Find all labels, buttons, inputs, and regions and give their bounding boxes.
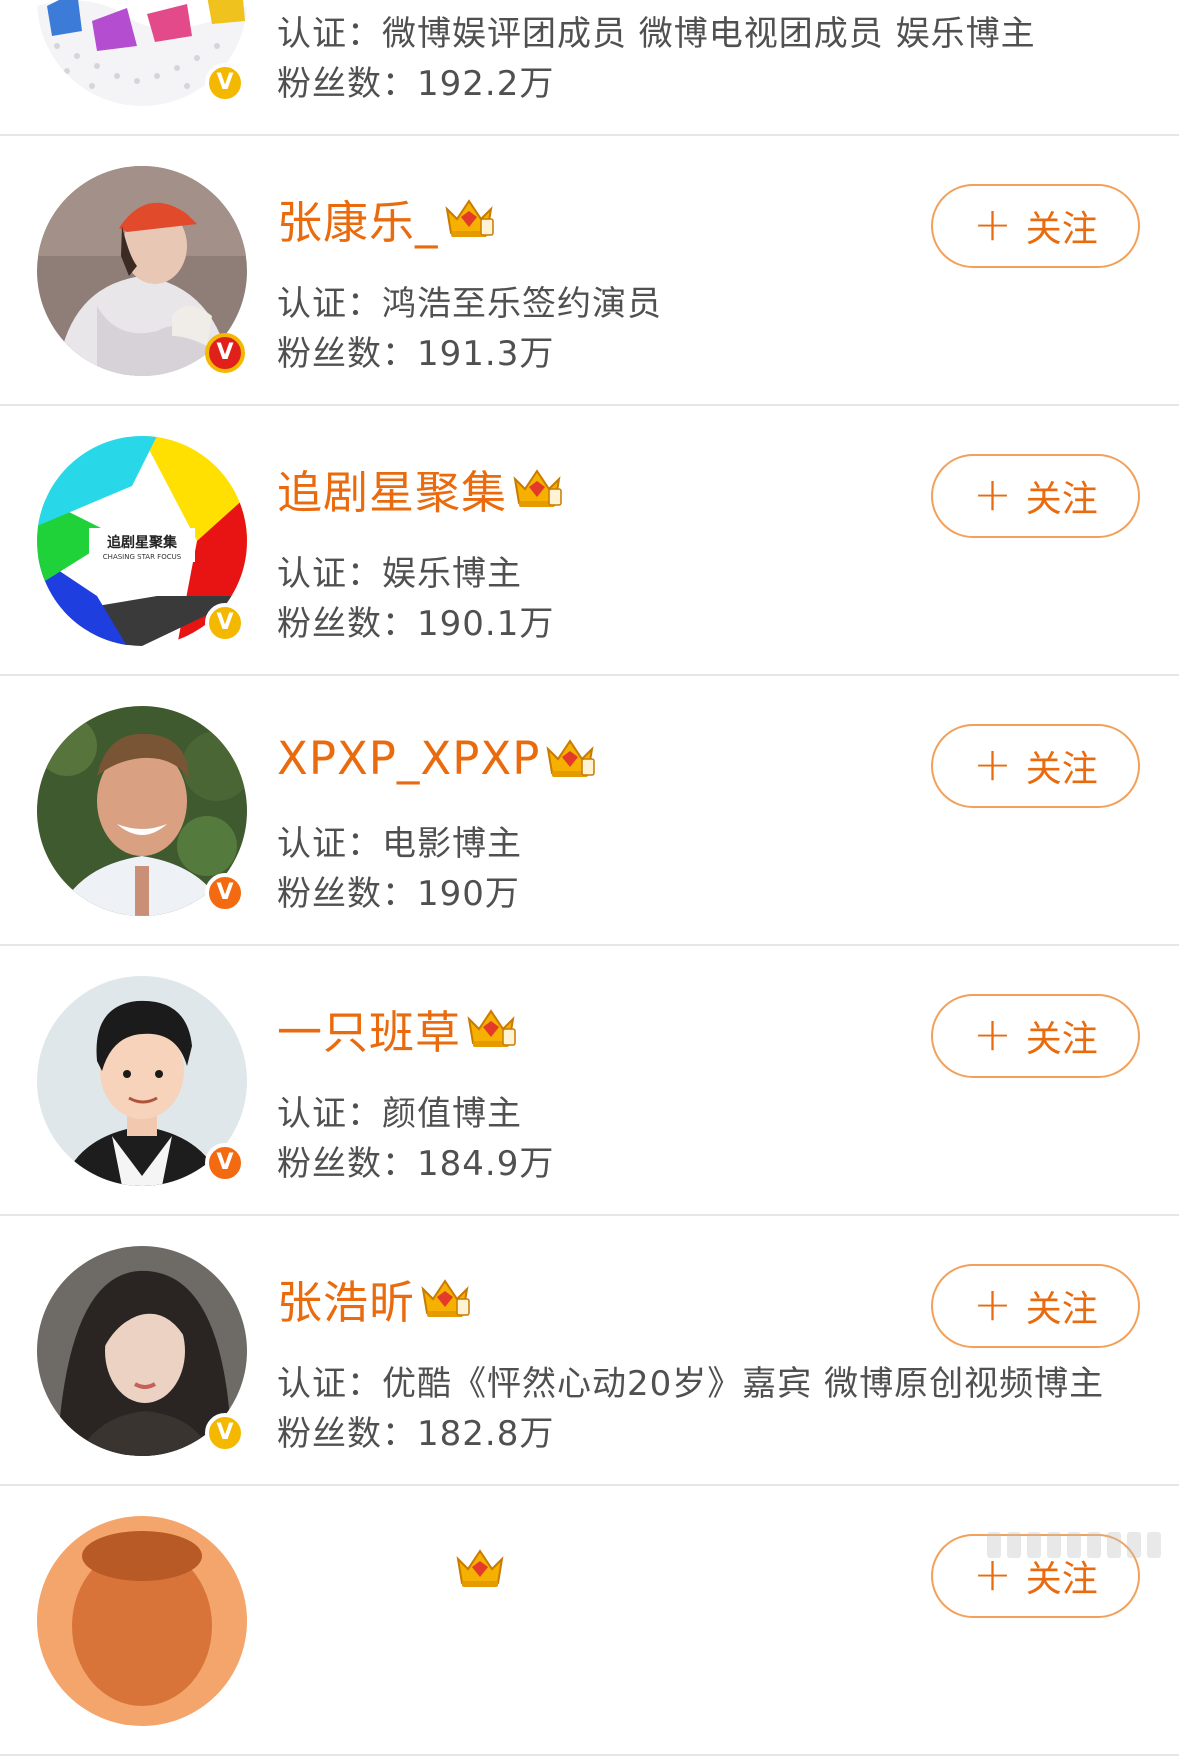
crown-icon	[417, 1275, 473, 1321]
user-name[interactable]: 张康乐_	[277, 186, 439, 251]
list-item[interactable]: V 一只班草 认证：颜值博主 粉丝数：184.9万 + 关注	[0, 946, 1179, 1216]
plus-icon: +	[973, 1277, 1012, 1331]
user-name[interactable]: 一只班草	[277, 996, 461, 1061]
certification-text: 认证：优酷《怦然心动20岁》嘉宾 微博原创视频博主	[277, 1364, 1105, 1404]
list-item[interactable]: V XPXP_XPXP 认证：电影博主 粉丝数：190万 + 关注	[0, 676, 1179, 946]
follow-label: 关注	[1025, 1019, 1098, 1060]
follow-button[interactable]: + 关注	[931, 184, 1140, 268]
certification-text: 认证：娱乐博主	[277, 554, 522, 594]
list-item[interactable]: V 认证：微博娱评团成员 微博电视团成员 娱乐博主 粉丝数：192.2万	[0, 0, 1179, 136]
list-item[interactable]: V 张康乐_ 认证：鸿浩至乐签约演员 粉丝数：191.3万 + 关注	[0, 136, 1179, 406]
crown-icon	[509, 465, 565, 511]
follow-label: 关注	[1025, 479, 1098, 520]
user-name[interactable]: 追剧星聚集	[277, 456, 507, 521]
fans-count: 粉丝数：182.8万	[277, 1414, 555, 1454]
list-item[interactable]: V 张浩昕 认证：优酷《怦然心动20岁》嘉宾 微博原创视频博主 粉丝数：182.…	[0, 1216, 1179, 1486]
list-item[interactable]: 追剧星聚集 CHASING STAR FOCUS V 追剧星聚集 认证：娱乐博主…	[0, 406, 1179, 676]
verified-badge-icon: V	[205, 63, 245, 103]
user-list: V 认证：微博娱评团成员 微博电视团成员 娱乐博主 粉丝数：192.2万 V 张…	[0, 0, 1179, 1756]
user-name-line: 一只班草	[277, 996, 519, 1061]
follow-button[interactable]: + 关注	[931, 724, 1140, 808]
verified-badge-icon: V	[205, 333, 245, 373]
watermark-icon	[987, 1532, 1161, 1558]
fans-count: 粉丝数：190.1万	[277, 604, 555, 644]
crown-icon	[542, 735, 598, 781]
svg-text:CHASING STAR FOCUS: CHASING STAR FOCUS	[103, 553, 182, 561]
plus-icon: +	[973, 197, 1012, 251]
certification-text: 认证：鸿浩至乐签约演员	[277, 284, 662, 324]
follow-button[interactable]: + 关注	[931, 454, 1140, 538]
user-name[interactable]: XPXP_XPXP	[277, 732, 540, 785]
verified-badge-icon: V	[205, 1413, 245, 1453]
user-name-line: 张康乐_	[277, 186, 497, 251]
list-item[interactable]: + 关注	[0, 1486, 1179, 1756]
fans-count: 粉丝数：190万	[277, 874, 520, 914]
certification-text: 认证：微博娱评团成员 微博电视团成员 娱乐博主	[277, 14, 1036, 54]
follow-label: 关注	[1025, 209, 1098, 250]
plus-icon: +	[973, 737, 1012, 791]
plus-icon: +	[973, 467, 1012, 521]
crown-icon	[452, 1545, 508, 1591]
crown-icon	[463, 1005, 519, 1051]
user-name-line: 张浩昕	[277, 1266, 473, 1331]
certification-text: 认证：颜值博主	[277, 1094, 522, 1134]
crown-icon	[441, 195, 497, 241]
follow-button[interactable]: + 关注	[931, 994, 1140, 1078]
user-name[interactable]: 张浩昕	[277, 1266, 415, 1331]
user-name-line: 追剧星聚集	[277, 456, 565, 521]
partial-avatar-icon[interactable]	[37, 1516, 247, 1726]
user-name-line: XPXP_XPXP	[277, 728, 598, 788]
plus-icon: +	[973, 1007, 1012, 1061]
fans-count: 粉丝数：191.3万	[277, 334, 555, 374]
user-name-line	[277, 1538, 508, 1598]
fans-count: 粉丝数：184.9万	[277, 1144, 555, 1184]
svg-text:追剧星聚集: 追剧星聚集	[107, 534, 178, 551]
verified-badge-icon: V	[205, 603, 245, 643]
follow-label: 关注	[1025, 749, 1098, 790]
follow-label: 关注	[1025, 1289, 1098, 1330]
verified-badge-icon: V	[205, 873, 245, 913]
fans-count: 粉丝数：192.2万	[277, 64, 555, 104]
certification-text: 认证：电影博主	[277, 824, 522, 864]
follow-button[interactable]: + 关注	[931, 1264, 1140, 1348]
verified-badge-icon: V	[205, 1143, 245, 1183]
